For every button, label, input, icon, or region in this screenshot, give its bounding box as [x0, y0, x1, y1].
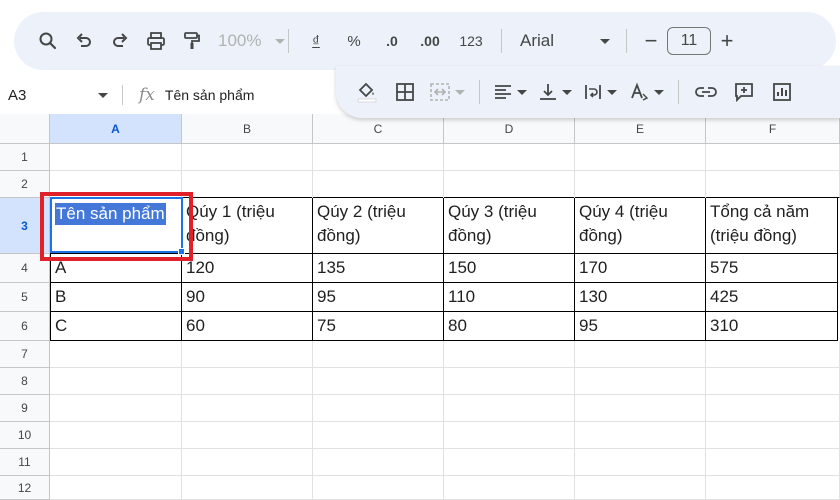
decrease-decimal-label: .0 [386, 33, 398, 49]
cell-d5[interactable]: 110 [444, 283, 575, 312]
cell-c5[interactable]: 95 [313, 283, 444, 312]
chevron-down-icon [607, 89, 617, 95]
selected-cell-text: Tên sản phẩm [55, 203, 166, 225]
insert-chart-icon[interactable] [763, 75, 801, 109]
fill-handle[interactable] [178, 248, 185, 255]
borders-icon[interactable] [386, 75, 424, 109]
fill-color-icon[interactable] [348, 75, 386, 109]
toolbar-divider [288, 29, 289, 53]
cell-f5[interactable]: 425 [706, 283, 838, 312]
chevron-down-icon [562, 89, 572, 95]
increase-decimal-label: .00 [420, 33, 440, 49]
align-bottom-icon [540, 84, 556, 100]
cell-d4[interactable]: 150 [444, 254, 575, 283]
name-box[interactable]: A3 [0, 87, 122, 104]
cell-b6[interactable]: 60 [182, 312, 313, 341]
spreadsheet-grid: A B C D E F 1 2 3 4 5 6 7 8 9 10 11 12 Q… [0, 114, 840, 500]
cell-c4[interactable]: 135 [313, 254, 444, 283]
text-wrapping-button[interactable] [578, 75, 623, 109]
text-rotation-button[interactable] [623, 75, 670, 109]
cell-d3[interactable]: Qúy 3 (triệu đồng) [444, 198, 575, 254]
cell-e6[interactable]: 95 [575, 312, 706, 341]
format-currency-button[interactable]: ₫ [297, 24, 335, 58]
cell-d6[interactable]: 80 [444, 312, 575, 341]
format-toolbar [336, 66, 840, 118]
vertical-align-button[interactable] [533, 75, 578, 109]
paint-format-icon[interactable] [174, 24, 210, 58]
undo-icon[interactable] [66, 24, 102, 58]
column-header-e[interactable]: E [575, 114, 706, 144]
column-header-a[interactable]: A [50, 114, 182, 144]
main-toolbar: 100% ₫ % .0 .00 123 Arial − 11 + [14, 12, 836, 70]
cell-b3[interactable]: Qúy 1 (triệu đồng) [182, 198, 313, 254]
cell-a5[interactable]: B [50, 283, 182, 312]
row-header-6[interactable]: 6 [0, 312, 50, 341]
insert-link-icon[interactable] [687, 75, 725, 109]
redo-icon[interactable] [102, 24, 138, 58]
chevron-down-icon [517, 89, 527, 95]
chevron-down-icon [98, 92, 108, 98]
column-header-b[interactable]: B [182, 114, 313, 144]
row-header-4[interactable]: 4 [0, 254, 50, 283]
increase-font-size-button[interactable]: + [711, 24, 743, 58]
row-header-5[interactable]: 5 [0, 283, 50, 312]
formula-input[interactable]: Tên sản phẩm [165, 87, 255, 103]
merge-cells-button[interactable] [424, 75, 471, 109]
column-header-f[interactable]: F [706, 114, 840, 144]
column-header-d[interactable]: D [444, 114, 575, 144]
cell-e4[interactable]: 170 [575, 254, 706, 283]
toolbar-divider [626, 29, 627, 53]
align-left-icon [495, 85, 511, 99]
zoom-value: 100% [218, 31, 262, 50]
chevron-down-icon [600, 38, 610, 44]
cell-f4[interactable]: 575 [706, 254, 838, 283]
select-all-corner[interactable] [0, 114, 50, 144]
cell-f3[interactable]: Tổng cả năm (triệu đồng) [706, 198, 838, 254]
grid-lines [181, 341, 706, 500]
column-header-c[interactable]: C [313, 114, 444, 144]
cell-b4[interactable]: 120 [182, 254, 313, 283]
grid-lines-top [181, 144, 706, 198]
format-percent-button[interactable]: % [335, 24, 373, 58]
function-icon: fx [139, 85, 155, 105]
cell-f6[interactable]: 310 [706, 312, 838, 341]
text-rotation-icon [631, 82, 649, 101]
zoom-select[interactable]: 100% [210, 24, 286, 58]
insert-comment-icon[interactable] [725, 75, 763, 109]
cell-a6[interactable]: C [50, 312, 182, 341]
horizontal-align-button[interactable] [488, 75, 533, 109]
toolbar-divider [479, 80, 480, 104]
font-family-select[interactable]: Arial [510, 24, 618, 58]
more-formats-button[interactable]: 123 [449, 24, 493, 58]
increase-decimal-button[interactable]: .00 [411, 24, 449, 58]
cell-c6[interactable]: 75 [313, 312, 444, 341]
cell-b5[interactable]: 90 [182, 283, 313, 312]
print-icon[interactable] [138, 24, 174, 58]
cell-a4[interactable]: A [50, 254, 182, 283]
formula-divider [122, 85, 123, 105]
merge-cells-icon [430, 83, 450, 101]
cell-e3[interactable]: Qúy 4 (triệu đồng) [575, 198, 706, 254]
chevron-down-icon [455, 89, 465, 95]
text-wrap-icon [585, 85, 601, 99]
decrease-decimal-button[interactable]: .0 [373, 24, 411, 58]
search-menus-icon[interactable] [30, 24, 66, 58]
cell-e5[interactable]: 130 [575, 283, 706, 312]
row-header-3[interactable]: 3 [0, 198, 50, 254]
chevron-down-icon [275, 38, 286, 44]
cell-c3[interactable]: Qúy 2 (triệu đồng) [313, 198, 444, 254]
toolbar-divider [501, 29, 502, 53]
font-family-value: Arial [520, 31, 555, 50]
chevron-down-icon [654, 89, 664, 95]
font-size-value: 11 [667, 27, 711, 55]
cell-reference: A3 [8, 86, 27, 104]
toolbar-divider [678, 80, 679, 104]
decrease-font-size-button[interactable]: − [635, 24, 667, 58]
font-size-field[interactable]: 11 [667, 24, 711, 58]
